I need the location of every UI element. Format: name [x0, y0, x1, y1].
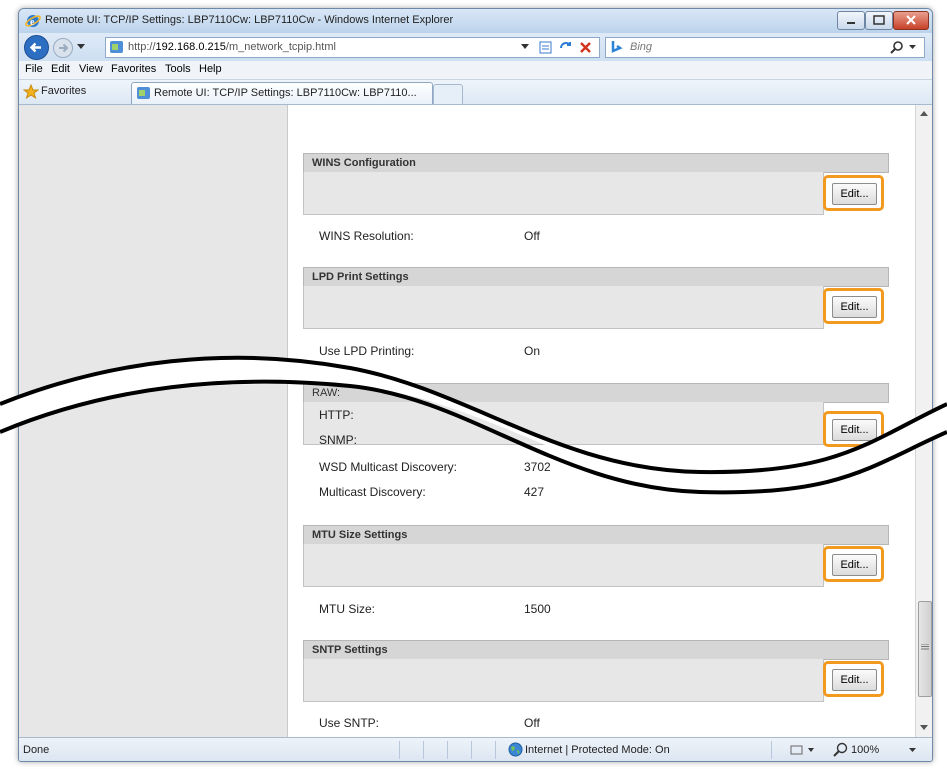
mtu-section-header: MTU Size Settings — [303, 525, 889, 545]
status-divider — [423, 741, 424, 759]
zoom-icon[interactable] — [833, 742, 849, 757]
security-zone[interactable]: Internet | Protected Mode: On — [525, 744, 670, 756]
compatibility-view-icon[interactable] — [538, 40, 553, 55]
close-button[interactable] — [893, 11, 929, 30]
scroll-up-icon[interactable] — [920, 111, 928, 117]
menu-bar: File Edit View Favorites Tools Help — [19, 61, 932, 80]
mtu-section-body — [303, 544, 824, 587]
edit-button-label: Edit... — [832, 183, 877, 205]
wsd-multicast-discovery-value: 3702 — [524, 460, 551, 474]
chevron-down-icon[interactable] — [909, 45, 916, 50]
edit-button-label: Edit... — [832, 669, 877, 691]
vertical-scrollbar[interactable] — [915, 105, 932, 737]
maximize-button[interactable] — [865, 11, 893, 30]
maximize-icon — [873, 15, 885, 25]
status-text: Done — [23, 744, 50, 756]
address-tools — [499, 37, 600, 58]
window-title: Remote UI: TCP/IP Settings: LBP7110Cw: L… — [45, 14, 454, 26]
search-input[interactable]: Bing — [605, 37, 925, 58]
tab-title: Remote UI: TCP/IP Settings: LBP7110Cw: L… — [154, 87, 417, 99]
wins-section-body — [303, 172, 824, 215]
wins-section-header: WINS Configuration — [303, 153, 889, 173]
mtu-edit-button[interactable]: Edit... — [823, 546, 884, 582]
settings-content: WINS Configuration Edit... WINS Resoluti… — [288, 105, 915, 737]
use-lpd-printing-label: Use LPD Printing: — [319, 344, 415, 358]
snmp-label: SNMP: — [319, 433, 358, 447]
menu-edit[interactable]: Edit — [51, 63, 70, 75]
favorites-bar: Favorites Remote UI: TCP/IP Settings: LB… — [19, 80, 932, 105]
favorites-star-icon[interactable] — [23, 84, 39, 100]
sntp-section-body — [303, 659, 824, 702]
mtu-size-value: 1500 — [524, 602, 551, 616]
status-divider — [399, 741, 400, 759]
new-tab-button[interactable] — [433, 84, 463, 104]
scroll-thumb[interactable] — [918, 601, 932, 697]
ie-logo-icon: e — [25, 15, 41, 28]
chevron-down-icon[interactable] — [77, 44, 85, 50]
favorites-button[interactable]: Favorites — [41, 85, 86, 97]
multicast-discovery-value: 427 — [524, 485, 545, 499]
page-viewport: WINS Configuration Edit... WINS Resoluti… — [19, 105, 932, 737]
title-bar: e Remote UI: TCP/IP Settings: LBP7110Cw:… — [19, 9, 932, 33]
left-nav-panel — [19, 105, 288, 737]
chevron-down-icon[interactable] — [909, 748, 916, 753]
sntp-edit-button[interactable]: Edit... — [823, 661, 884, 697]
ports-edit-button[interactable]: Edit... — [823, 411, 884, 447]
page-icon — [110, 41, 123, 53]
ports-section-body — [303, 402, 824, 445]
use-sntp-label: Use SNTP: — [319, 716, 380, 730]
back-arrow-icon[interactable] — [23, 34, 50, 61]
address-url: http://192.168.0.215/m_network_tcpip.htm… — [128, 41, 336, 53]
wins-edit-button[interactable]: Edit... — [823, 175, 884, 211]
status-bar: Done Internet | Protected Mode: On 100% — [19, 737, 932, 761]
use-lpd-printing-value: On — [524, 344, 541, 358]
wsd-multicast-discovery-label: WSD Multicast Discovery: — [319, 460, 458, 474]
menu-view[interactable]: View — [79, 63, 103, 75]
page-icon — [137, 87, 150, 99]
multicast-discovery-label: Multicast Discovery: — [319, 485, 426, 499]
zoom-level[interactable]: 100% — [851, 744, 879, 756]
svg-text:e: e — [30, 17, 35, 28]
edit-button-label: Edit... — [832, 419, 877, 441]
refresh-icon[interactable] — [558, 40, 573, 55]
ports-section-header: RAW: — [303, 383, 889, 403]
lpd-section-body — [303, 286, 824, 329]
scroll-down-icon[interactable] — [920, 725, 928, 731]
search-placeholder: Bing — [630, 41, 653, 53]
wins-resolution-label: WINS Resolution: — [319, 229, 414, 243]
minimize-button[interactable] — [837, 11, 865, 30]
browser-window: e Remote UI: TCP/IP Settings: LBP7110Cw:… — [18, 8, 933, 762]
status-divider — [771, 741, 772, 759]
http-label: HTTP: — [319, 408, 354, 422]
close-icon — [906, 15, 916, 25]
bing-icon — [611, 41, 623, 53]
sntp-section-header: SNTP Settings — [303, 640, 889, 660]
status-divider — [471, 741, 472, 759]
menu-file[interactable]: File — [25, 63, 43, 75]
protected-mode-icon[interactable] — [789, 743, 815, 757]
raw-label: RAW: — [312, 387, 341, 399]
menu-favorites[interactable]: Favorites — [111, 63, 156, 75]
tab-remote-ui[interactable]: Remote UI: TCP/IP Settings: LBP7110Cw: L… — [131, 82, 433, 104]
edit-button-label: Edit... — [832, 296, 877, 318]
grip-icon — [921, 644, 929, 650]
menu-tools[interactable]: Tools — [165, 63, 191, 75]
globe-icon — [508, 742, 523, 757]
search-icon[interactable] — [890, 40, 904, 54]
navigation-bar: http://192.168.0.215/m_network_tcpip.htm… — [19, 33, 932, 61]
mtu-size-label: MTU Size: — [319, 602, 376, 616]
wins-resolution-value: Off — [524, 229, 540, 243]
status-divider — [447, 741, 448, 759]
menu-help[interactable]: Help — [199, 63, 222, 75]
stop-icon[interactable] — [578, 40, 593, 55]
chevron-down-icon[interactable] — [521, 44, 529, 50]
minimize-icon — [847, 22, 855, 24]
use-sntp-value: Off — [524, 716, 540, 730]
edit-button-label: Edit... — [832, 554, 877, 576]
lpd-section-header: LPD Print Settings — [303, 267, 889, 287]
status-divider — [495, 741, 496, 759]
forward-arrow-icon[interactable] — [52, 37, 74, 59]
lpd-edit-button[interactable]: Edit... — [823, 288, 884, 324]
